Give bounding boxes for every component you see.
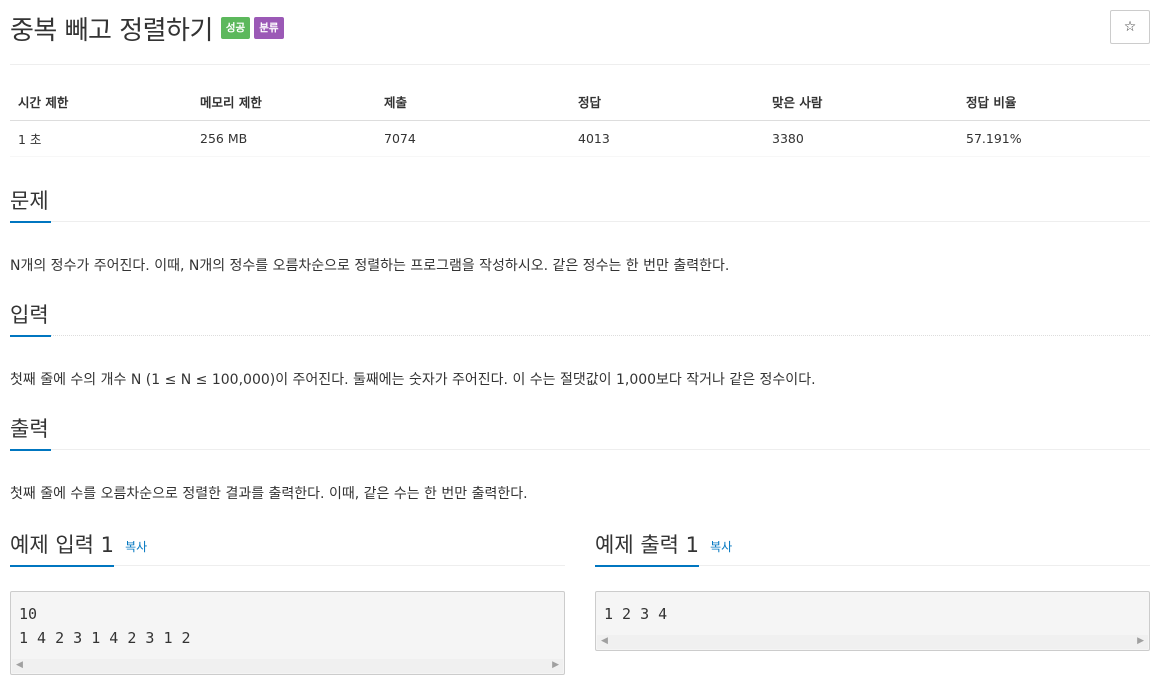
copy-sample-input-button[interactable]: 복사 xyxy=(125,540,147,554)
sample-input-box[interactable]: 10 1 4 2 3 1 4 2 3 1 2 ◀ ▶ xyxy=(10,591,565,675)
header-accepted: 정답 xyxy=(570,84,764,121)
star-icon: ☆ xyxy=(1123,19,1137,35)
scroll-left-icon[interactable]: ◀ xyxy=(601,636,608,646)
copy-sample-output-button[interactable]: 복사 xyxy=(710,540,732,554)
status-badge-category[interactable]: 분류 xyxy=(254,17,284,39)
sample-input-header: 예제 입력 1 복사 xyxy=(10,530,565,567)
status-badge-success[interactable]: 성공 xyxy=(220,17,251,39)
value-submissions[interactable]: 7074 xyxy=(376,120,570,157)
header-time-limit: 시간 제한 xyxy=(10,84,192,121)
header-submissions: 제출 xyxy=(376,84,570,121)
star-button[interactable]: ☆ xyxy=(1110,10,1150,44)
section-problem-header: 문제 xyxy=(10,186,1150,223)
value-ratio: 57.191% xyxy=(958,120,1150,157)
scroll-right-icon[interactable]: ▶ xyxy=(1137,636,1144,646)
section-output-header: 출력 xyxy=(10,414,1150,451)
value-time-limit: 1 초 xyxy=(10,120,192,157)
output-description: 첫째 줄에 수를 오름차순으로 정렬한 결과를 출력한다. 이때, 같은 수는 … xyxy=(10,486,528,502)
scroll-left-icon[interactable]: ◀ xyxy=(16,660,23,670)
section-input-header: 입력 xyxy=(10,300,1150,337)
section-problem-title: 문제 xyxy=(10,187,51,223)
header-solved-users: 맞은 사람 xyxy=(764,84,958,121)
sample-input-title: 예제 입력 1 xyxy=(10,531,114,567)
sample-output-box[interactable]: 1 2 3 4 ◀ ▶ xyxy=(595,591,1150,651)
section-output-title: 출력 xyxy=(10,415,51,451)
sample-output-title: 예제 출력 1 xyxy=(595,531,699,567)
value-accepted[interactable]: 4013 xyxy=(570,120,764,157)
sample-input-content: 10 1 4 2 3 1 4 2 3 1 2 xyxy=(19,605,191,647)
problem-description: N개의 정수가 주어진다. 이때, N개의 정수를 오름차순으로 정렬하는 프로… xyxy=(10,258,730,274)
sample-output-header: 예제 출력 1 복사 xyxy=(595,530,1150,567)
horizontal-scrollbar[interactable]: ◀ ▶ xyxy=(597,635,1148,649)
table-row: 1 초 256 MB 7074 4013 3380 57.191% xyxy=(10,120,1150,157)
header-memory-limit: 메모리 제한 xyxy=(192,84,376,121)
problem-title-row: 중복 빼고 정렬하기 성공 분류 xyxy=(10,10,284,46)
value-solved-users[interactable]: 3380 xyxy=(764,120,958,157)
problem-info-table: 시간 제한 메모리 제한 제출 정답 맞은 사람 정답 비율 1 초 256 M… xyxy=(10,84,1150,157)
horizontal-scrollbar[interactable]: ◀ ▶ xyxy=(12,659,563,673)
page-title: 중복 빼고 정렬하기 xyxy=(10,15,213,46)
header-ratio: 정답 비율 xyxy=(958,84,1150,121)
input-description: 첫째 줄에 수의 개수 N (1 ≤ N ≤ 100,000)이 주어진다. 둘… xyxy=(10,372,816,388)
section-input-title: 입력 xyxy=(10,301,51,337)
value-memory-limit: 256 MB xyxy=(192,120,376,157)
scroll-right-icon[interactable]: ▶ xyxy=(552,660,559,670)
table-header-row: 시간 제한 메모리 제한 제출 정답 맞은 사람 정답 비율 xyxy=(10,84,1150,121)
divider xyxy=(10,64,1150,65)
sample-output-content: 1 2 3 4 xyxy=(604,605,668,623)
